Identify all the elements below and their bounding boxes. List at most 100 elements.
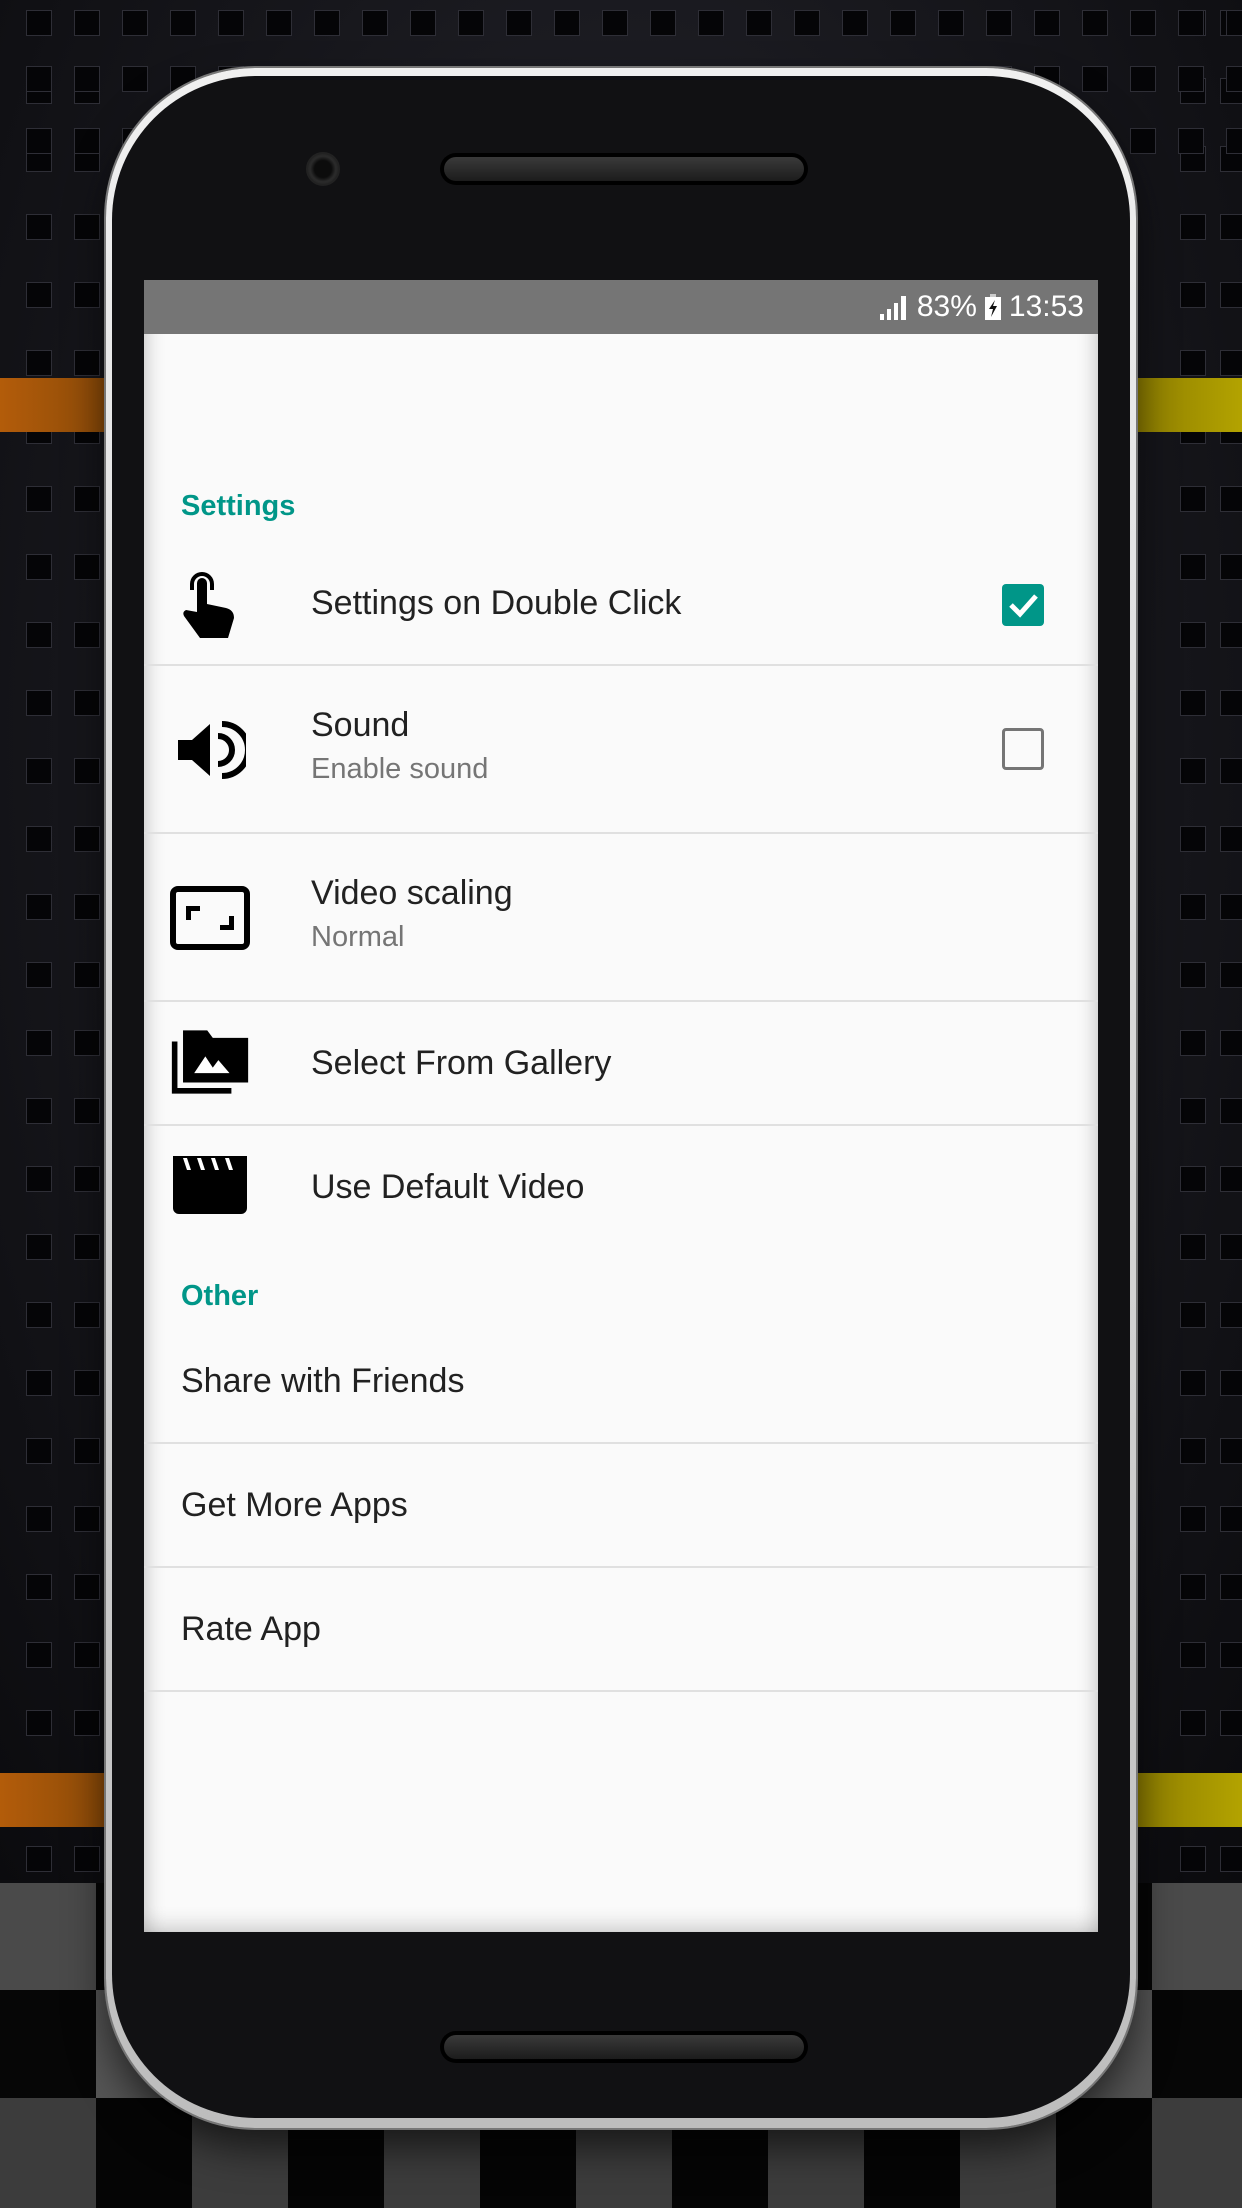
pegboard-hole	[26, 894, 52, 920]
pegboard-hole	[1178, 128, 1204, 154]
pegboard-hole	[1082, 66, 1108, 92]
pegboard-hole	[938, 10, 964, 36]
pegboard-hole	[1034, 10, 1060, 36]
pref-summary: Normal	[311, 921, 405, 953]
app-screen: 83% 13:53 Settings Settings on Double Cl…	[144, 280, 1098, 1932]
pegboard-hole	[26, 1098, 52, 1124]
pref-sound[interactable]: Sound Enable sound	[144, 666, 1098, 834]
pegboard-hole	[74, 128, 100, 154]
pegboard-hole	[1226, 128, 1242, 154]
pegboard-hole	[74, 826, 100, 852]
pegboard-hole	[1180, 826, 1206, 852]
pref-video-scaling[interactable]: Video scaling Normal	[144, 834, 1098, 1002]
pegboard-hole	[602, 10, 628, 36]
pegboard-hole	[26, 554, 52, 580]
pegboard-hole	[1220, 1098, 1242, 1124]
sound-checkbox[interactable]	[1002, 728, 1044, 770]
pegboard-hole	[1180, 962, 1206, 988]
pegboard-hole	[74, 1710, 100, 1736]
pref-rate-app[interactable]: Rate App	[144, 1568, 1098, 1692]
pegboard-hole	[1130, 66, 1156, 92]
pegboard-hole	[698, 10, 724, 36]
front-camera	[306, 152, 340, 186]
pegboard-hole	[26, 282, 52, 308]
pegboard-hole	[1082, 10, 1108, 36]
pegboard-hole	[122, 10, 148, 36]
pegboard-hole	[26, 1166, 52, 1192]
pegboard-hole	[1220, 1302, 1242, 1328]
double-click-checkbox[interactable]	[1002, 584, 1044, 626]
pref-title: Rate App	[181, 1610, 321, 1648]
pegboard-hole	[26, 128, 52, 154]
clock: 13:53	[1008, 290, 1084, 323]
pegboard-hole	[74, 1506, 100, 1532]
pegboard-hole	[1226, 66, 1242, 92]
pref-use-default-video[interactable]: Use Default Video	[144, 1126, 1098, 1250]
pref-share-with-friends[interactable]: Share with Friends	[144, 1320, 1098, 1444]
pegboard-hole	[1180, 350, 1206, 376]
battery-charging-icon	[984, 294, 1001, 320]
pegboard-hole	[1130, 10, 1156, 36]
pegboard-hole	[1220, 1506, 1242, 1532]
pegboard-hole	[1180, 1234, 1206, 1260]
pref-get-more-apps[interactable]: Get More Apps	[144, 1444, 1098, 1568]
pegboard-hole	[74, 66, 100, 92]
pref-title: Settings on Double Click	[311, 584, 682, 622]
pegboard-hole	[554, 10, 580, 36]
pegboard-hole	[26, 10, 52, 36]
pegboard-hole	[122, 66, 148, 92]
pegboard-hole	[26, 690, 52, 716]
pegboard-hole	[1180, 1030, 1206, 1056]
pegboard-hole	[74, 1642, 100, 1668]
pegboard-hole	[1180, 894, 1206, 920]
pegboard-hole	[1180, 1506, 1206, 1532]
pegboard-hole	[74, 486, 100, 512]
pegboard-hole	[26, 758, 52, 784]
pegboard-hole	[1220, 962, 1242, 988]
section-header-other: Other	[181, 1280, 259, 1312]
pegboard-hole	[218, 10, 244, 36]
pegboard-hole	[1220, 690, 1242, 716]
pegboard-hole	[1220, 894, 1242, 920]
photo-library-icon	[170, 1022, 250, 1102]
pegboard-hole	[1220, 1710, 1242, 1736]
pegboard-hole	[1180, 486, 1206, 512]
pegboard-hole	[1180, 1370, 1206, 1396]
background-stripe-orange	[0, 378, 110, 432]
pegboard-hole	[1178, 66, 1204, 92]
pegboard-hole	[1180, 214, 1206, 240]
pegboard-hole	[26, 486, 52, 512]
pref-settings-on-double-click[interactable]: Settings on Double Click	[144, 544, 1098, 666]
pegboard-hole	[74, 1302, 100, 1328]
pegboard-hole	[74, 1846, 100, 1872]
pegboard-hole	[1180, 1642, 1206, 1668]
pref-select-from-gallery[interactable]: Select From Gallery	[144, 1002, 1098, 1126]
pegboard-hole	[1220, 758, 1242, 784]
pegboard-hole	[842, 10, 868, 36]
pegboard-hole	[1180, 1438, 1206, 1464]
pegboard-hole	[1220, 282, 1242, 308]
status-bar: 83% 13:53	[144, 280, 1098, 334]
pegboard-hole	[26, 962, 52, 988]
pegboard-hole	[26, 214, 52, 240]
pegboard-hole	[74, 1098, 100, 1124]
pegboard-hole	[74, 282, 100, 308]
pegboard-hole	[1180, 1710, 1206, 1736]
pegboard-hole	[26, 1506, 52, 1532]
pegboard-hole	[410, 10, 436, 36]
pegboard-hole	[314, 10, 340, 36]
pegboard-hole	[1220, 1234, 1242, 1260]
pref-title: Use Default Video	[311, 1168, 585, 1206]
touch-gesture-icon	[170, 564, 250, 644]
pegboard-hole	[26, 1030, 52, 1056]
aspect-ratio-icon	[170, 878, 250, 958]
pegboard-hole	[26, 1234, 52, 1260]
volume-up-icon	[170, 710, 250, 790]
pegboard-hole	[74, 622, 100, 648]
pegboard-hole	[74, 962, 100, 988]
pref-title: Select From Gallery	[311, 1044, 612, 1082]
pegboard-hole	[1180, 1098, 1206, 1124]
bottom-speaker	[440, 2031, 808, 2063]
pegboard-hole	[74, 894, 100, 920]
pegboard-hole	[1226, 10, 1242, 36]
